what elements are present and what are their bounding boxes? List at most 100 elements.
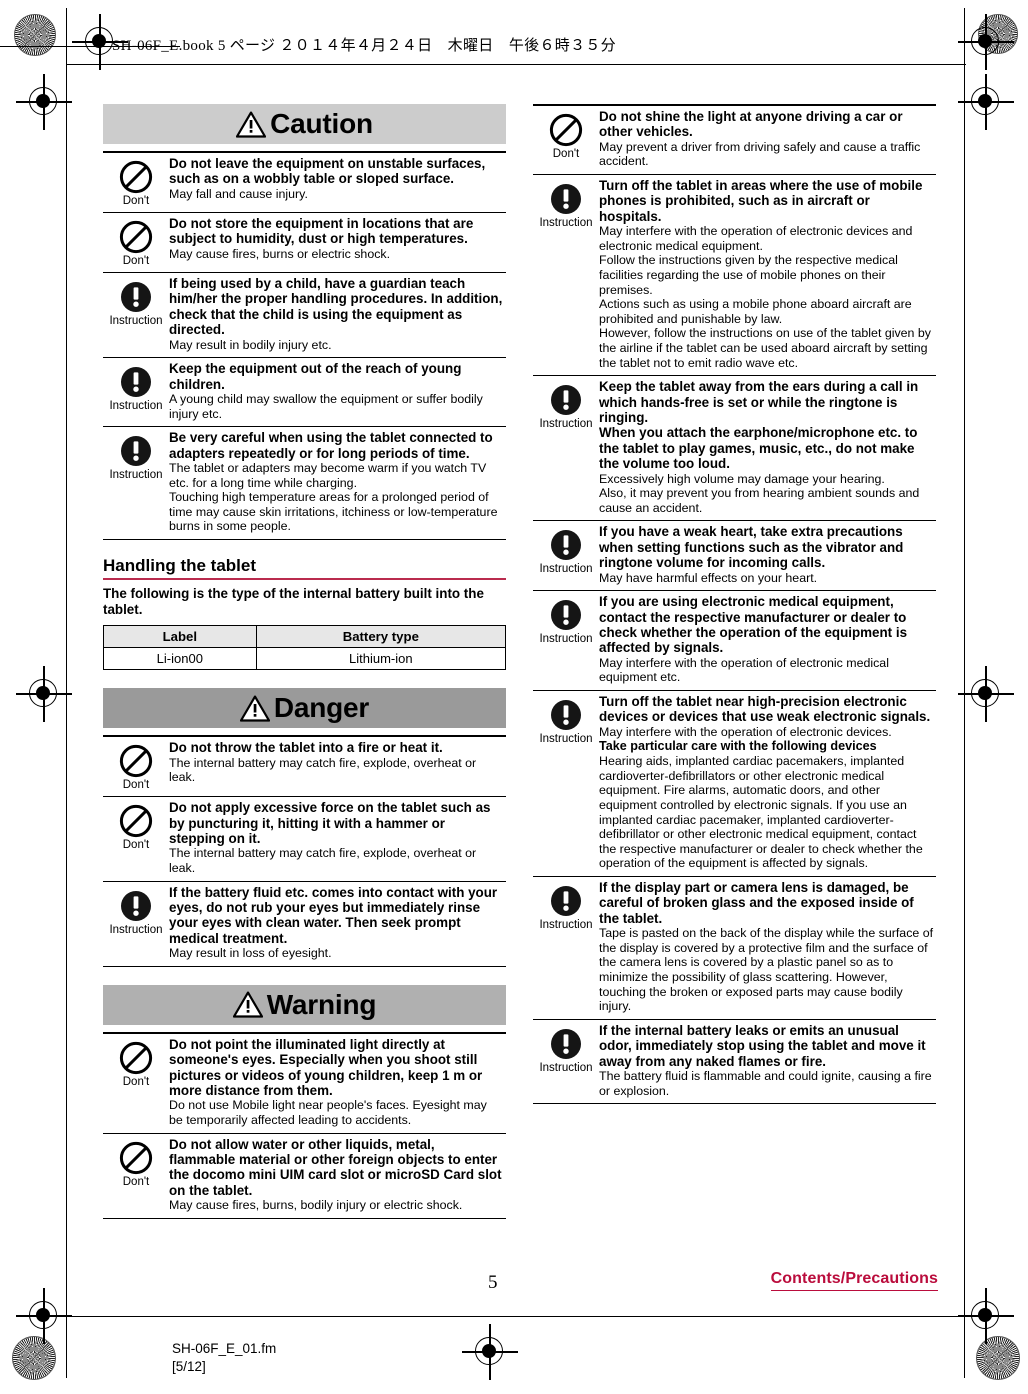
prohibition-icon — [103, 1041, 169, 1075]
safety-item-body: Do not point the illuminated light direc… — [169, 1037, 506, 1128]
safety-item-body: Do not throw the tablet into a fire or h… — [169, 740, 506, 791]
safety-item-body: Keep the tablet away from the ears durin… — [599, 379, 936, 515]
safety-item-title: If you are using electronic medical equi… — [599, 594, 908, 656]
safety-item: Instruction If being used by a child, hav… — [103, 273, 506, 359]
safety-item-icon-cell: Instruction — [533, 694, 599, 871]
instruction-icon — [533, 528, 599, 562]
warning-item-list: Don't Do not point the illuminated light … — [103, 1031, 506, 1219]
safety-item-icon-label: Instruction — [539, 563, 593, 576]
safety-item-icon-cell: Instruction — [103, 361, 169, 421]
section-intro-text: The following is the type of the interna… — [103, 586, 484, 617]
safety-item-body: If you have a weak heart, take extra pre… — [599, 524, 936, 585]
safety-item-icon-cell: Don't — [103, 1137, 169, 1213]
safety-item-body: Turn off the tablet in areas where the u… — [599, 178, 936, 370]
registration-target-mid-right — [958, 74, 1014, 130]
safety-item: Instruction If the internal battery leaks… — [533, 1020, 936, 1105]
document-page: SH-06F_E.book 5 ページ ２０１４年４月２４日 木曜日 午後６時３… — [0, 0, 1028, 1394]
safety-item-icon-label: Don't — [122, 195, 150, 207]
safety-item-icon-label: Instruction — [539, 1061, 593, 1074]
prohibition-icon — [103, 804, 169, 838]
safety-item-description: Also, it may prevent you from hearing am… — [599, 486, 920, 515]
safety-item-description: May cause fires, burns or electric shock… — [169, 246, 391, 261]
safety-item-title: If being used by a child, have a guardia… — [169, 276, 503, 338]
caution-banner: Caution — [103, 104, 506, 144]
instruction-icon — [103, 365, 169, 399]
safety-item-description: May result in bodily injury etc. — [169, 337, 332, 352]
instruction-icon — [103, 280, 169, 314]
battery-type-table: Label Battery type Li-ion00 Lithium-ion — [103, 625, 507, 671]
safety-item-icon-cell: Instruction — [103, 276, 169, 352]
safety-item-body: Do not leave the equipment on unstable s… — [169, 156, 506, 207]
column-header-battery-type: Battery type — [255, 625, 507, 649]
warning-triangle-icon — [239, 695, 270, 722]
safety-item-description: A young child may swallow the equipment … — [169, 392, 483, 421]
prohibition-icon — [103, 744, 169, 778]
instruction-icon — [103, 889, 169, 923]
safety-item: Instruction Be very careful when using th… — [103, 427, 506, 540]
footer-file-page: [5/12] — [172, 1359, 206, 1374]
footer-file-name: SH-06F_E_01.fm — [172, 1341, 277, 1356]
safety-item-icon-label: Instruction — [539, 418, 593, 431]
safety-item-title: If the display part or camera lens is da… — [599, 879, 914, 926]
registration-target-top-right — [958, 14, 1014, 70]
safety-item-icon-cell: Don't — [103, 740, 169, 791]
prohibition-icon — [103, 220, 169, 254]
registration-target-bottom-right — [958, 1288, 1014, 1344]
rosette-mark-top-left — [14, 14, 56, 56]
safety-item-icon-cell: Instruction — [533, 880, 599, 1014]
safety-item-body: If the battery fluid etc. comes into con… — [169, 885, 506, 961]
instruction-icon — [103, 434, 169, 468]
safety-item: Don't Do not apply excessive force on the… — [103, 797, 506, 882]
danger-banner: Danger — [103, 688, 506, 729]
danger-banner-label: Danger — [273, 692, 370, 724]
safety-item-description: The internal battery may catch fire, exp… — [169, 846, 477, 875]
safety-item-title: Keep the equipment out of the reach of y… — [169, 361, 462, 392]
warning-banner-label: Warning — [266, 988, 377, 1020]
safety-item-icon-cell: Instruction — [103, 430, 169, 534]
safety-item: Don't Do not point the illuminated light … — [103, 1034, 506, 1134]
safety-item-title: Be very careful when using the tablet co… — [169, 430, 493, 461]
instruction-icon — [533, 383, 599, 417]
safety-item-icon-label: Instruction — [539, 918, 593, 931]
right-column-item-list: Don't Do not shine the light at anyone dr… — [533, 104, 936, 1105]
safety-item-icon-cell: Instruction — [103, 885, 169, 961]
safety-item: Instruction If the battery fluid etc. com… — [103, 882, 506, 967]
print-header-text: SH-06F_E.book 5 ページ ２０１４年４月２４日 木曜日 午後６時３… — [112, 38, 616, 54]
safety-item-icon-cell: Instruction — [533, 379, 599, 515]
safety-item-description: May result in loss of eyesight. — [169, 946, 332, 961]
safety-item-icon-label: Instruction — [109, 315, 163, 327]
safety-item: Don't Do not allow water or other liquids… — [103, 1134, 506, 1219]
rosette-mark-bottom-left — [12, 1336, 56, 1380]
prohibition-icon — [103, 1141, 169, 1175]
safety-item-description: Excessively high volume may damage your … — [599, 471, 885, 486]
safety-item-icon-cell: Don't — [103, 800, 169, 875]
safety-item-description: Tape is pasted on the back of the displa… — [599, 926, 934, 1014]
safety-item: Instruction If the display part or camera… — [533, 877, 936, 1020]
safety-item-title: If the internal battery leaks or emits a… — [599, 1022, 926, 1069]
safety-item-icon-label: Instruction — [109, 923, 163, 936]
safety-item-icon-label: Instruction — [109, 469, 163, 482]
safety-item-description: May fall and cause injury. — [169, 186, 308, 201]
safety-item-body: Do not store the equipment in locations … — [169, 216, 506, 267]
safety-item: Don't Do not leave the equipment on unsta… — [103, 153, 506, 213]
safety-item: Instruction Keep the tablet away from the… — [533, 376, 936, 522]
safety-item-icon-cell: Instruction — [533, 524, 599, 585]
caution-banner-label: Caution — [270, 108, 373, 139]
safety-item-description: Do not use Mobile light near people's fa… — [169, 1098, 487, 1128]
safety-item-icon-label: Don't — [122, 779, 150, 792]
instruction-icon — [533, 182, 599, 216]
safety-item-icon-label: Don't — [552, 148, 580, 160]
safety-item-icon-cell: Don't — [103, 156, 169, 207]
safety-item-title: Do not apply excessive force on the tabl… — [169, 800, 491, 846]
safety-item-body: Do not shine the light at anyone driving… — [599, 109, 936, 169]
safety-item-icon-label: Don't — [122, 255, 150, 267]
safety-item-icon-label: Instruction — [539, 217, 593, 229]
safety-item-icon-cell: Don't — [103, 1037, 169, 1128]
right-column: Don't Do not shine the light at anyone dr… — [533, 104, 936, 1105]
safety-item-description: May cause fires, burns, bodily injury or… — [169, 1198, 463, 1213]
safety-item-icon-cell: Instruction — [533, 178, 599, 370]
cell-battery-type-value: Lithium-ion — [255, 647, 507, 671]
instruction-icon — [533, 698, 599, 732]
safety-item-icon-cell: Instruction — [533, 1023, 599, 1098]
registration-target-bottom-center — [462, 1324, 518, 1380]
